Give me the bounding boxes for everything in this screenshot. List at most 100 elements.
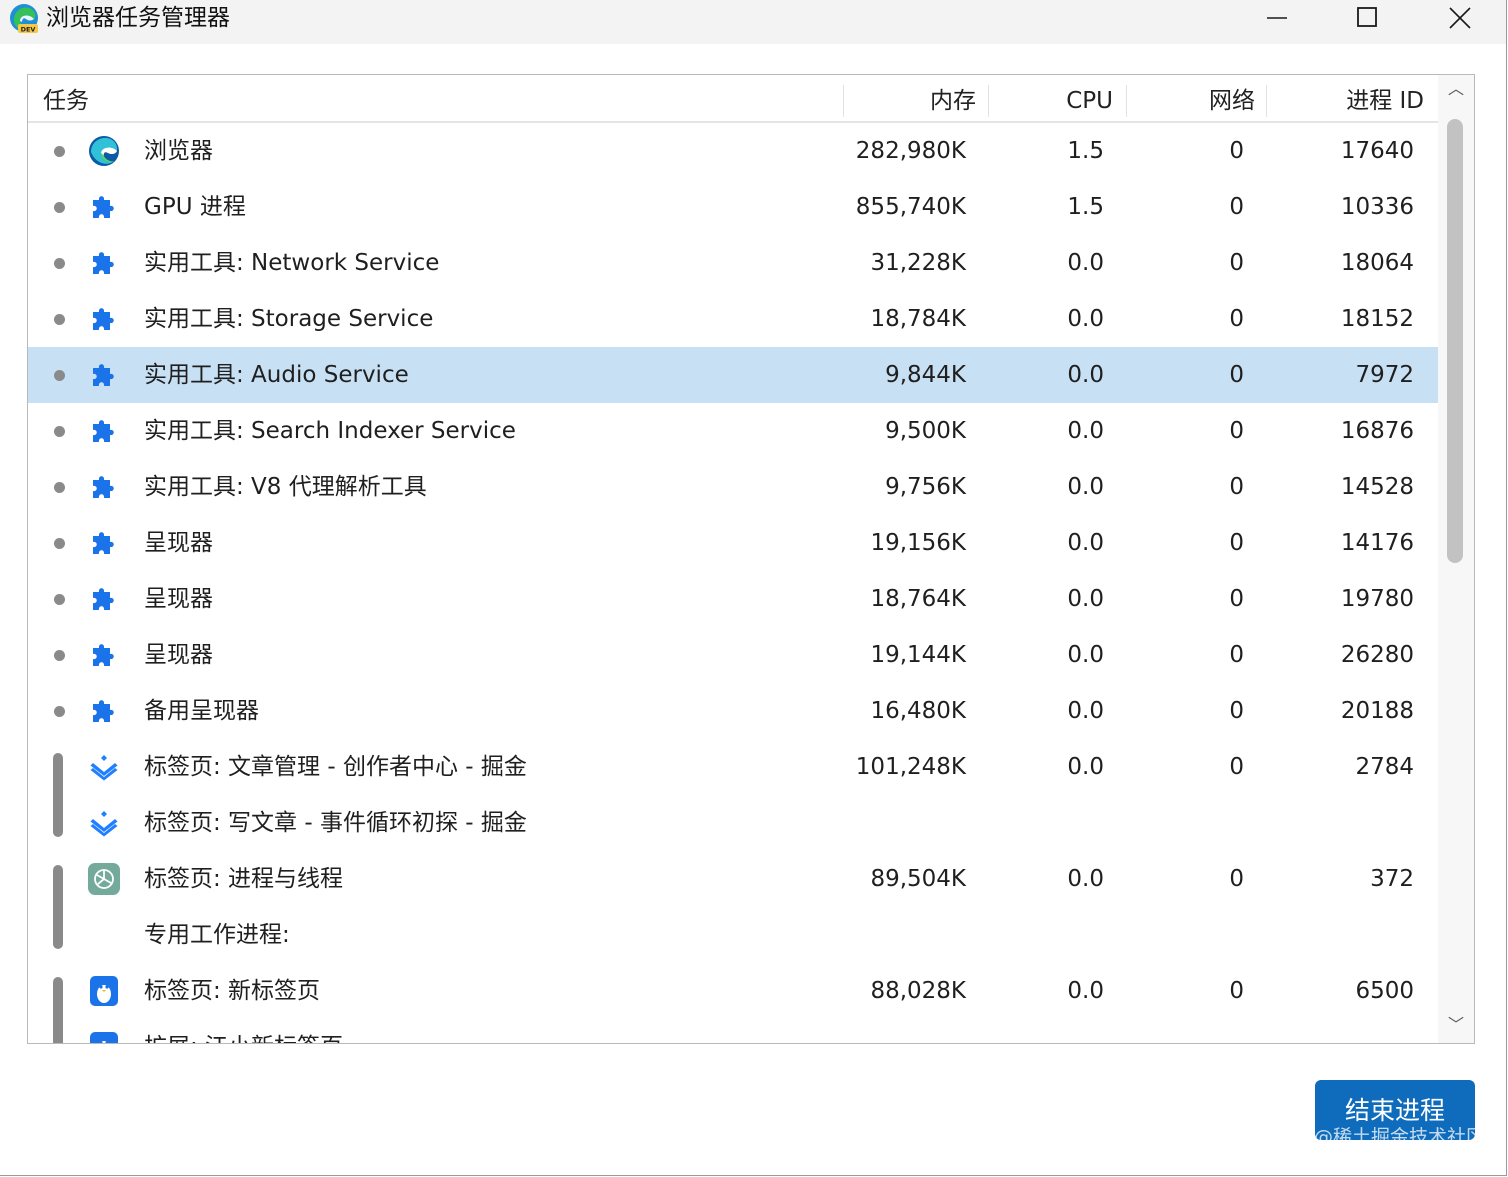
task-name: 实用工具: Network Service [144, 250, 440, 276]
task-name: GPU 进程 [144, 194, 246, 220]
column-header-task[interactable]: 任务 [43, 75, 89, 121]
puzzle-icon [88, 583, 120, 615]
memory-value [808, 795, 966, 851]
memory-value: 282,980K [855, 138, 966, 164]
table-row[interactable]: 呈现器 18,764K 0.0 0 19780 [28, 571, 1438, 627]
process-dot [54, 258, 65, 269]
pid-value: 10336 [1340, 194, 1414, 220]
table-row[interactable]: 专用工作进程: [28, 907, 1438, 963]
pid-value: 20188 [1340, 698, 1414, 724]
close-icon [1449, 7, 1471, 29]
minimize-button[interactable] [1232, 0, 1322, 38]
table-row[interactable]: 浏览器 282,980K 1.5 0 17640 [28, 123, 1438, 179]
table-row[interactable]: 标签页: 写文章 - 事件循环初探 - 掘金 [28, 795, 1438, 851]
memory-value: 19,156K [870, 530, 966, 556]
task-name: 实用工具: Audio Service [144, 362, 409, 388]
vertical-scrollbar[interactable]: ︿ ﹀ [1438, 75, 1474, 1043]
pid-value [1318, 907, 1414, 963]
pid-value: 17640 [1340, 138, 1414, 164]
pid-value: 18064 [1340, 250, 1414, 276]
column-divider[interactable] [1126, 85, 1127, 117]
network-value: 0 [1229, 754, 1244, 780]
process-dot [54, 594, 65, 605]
pid-value: 19780 [1340, 586, 1414, 612]
table-body: 浏览器 282,980K 1.5 0 17640 GPU 进程 855,740K 1.5 0 10… [28, 123, 1438, 1043]
maximize-icon [1357, 7, 1377, 27]
scrollbar-thumb[interactable] [1447, 119, 1463, 563]
table-row[interactable]: 扩展: 江小新标签页 [28, 1019, 1438, 1043]
table-row[interactable]: 备用呈现器 16,480K 0.0 0 20188 [28, 683, 1438, 739]
cpu-value: 0.0 [1067, 418, 1104, 444]
task-manager-window: DEV 浏览器任务管理器 任务 内存 CPU 网络 进程 ID 浏览器 282,… [0, 0, 1507, 1176]
cpu-value: 0.0 [1067, 642, 1104, 668]
network-value: 0 [1229, 362, 1244, 388]
puzzle-icon [88, 471, 120, 503]
table-row[interactable]: 标签页: 新标签页 88,028K 0.0 0 6500 [28, 963, 1438, 1019]
table-row[interactable]: 实用工具: Network Service 31,228K 0.0 0 18064 [28, 235, 1438, 291]
cpu-value: 1.5 [1067, 138, 1104, 164]
task-name: 呈现器 [144, 642, 213, 668]
table-row[interactable]: GPU 进程 855,740K 1.5 0 10336 [28, 179, 1438, 235]
memory-value: 31,228K [870, 250, 966, 276]
close-button[interactable] [1414, 0, 1504, 38]
column-header-pid[interactable]: 进程 ID [1273, 75, 1424, 121]
network-value: 0 [1229, 474, 1244, 500]
table-row[interactable]: 实用工具: Search Indexer Service 9,500K 0.0 0 16… [28, 403, 1438, 459]
table-row[interactable]: 呈现器 19,144K 0.0 0 26280 [28, 627, 1438, 683]
cpu-value [1028, 1019, 1104, 1043]
column-header-memory[interactable]: 内存 [848, 75, 976, 121]
network-value: 0 [1229, 194, 1244, 220]
cpu-value [1028, 795, 1104, 851]
puzzle-icon [88, 639, 120, 671]
column-header-cpu[interactable]: CPU [993, 75, 1113, 121]
task-name: 标签页: 进程与线程 [144, 866, 344, 892]
process-dot [54, 314, 65, 325]
table-row[interactable]: 标签页: 文章管理 - 创作者中心 - 掘金 101,248K 0.0 0 2784 [28, 739, 1438, 795]
svg-text:DEV: DEV [21, 26, 36, 34]
scroll-up-icon[interactable]: ︿ [1448, 81, 1464, 97]
task-name: 实用工具: Storage Service [144, 306, 434, 332]
maximize-button[interactable] [1322, 0, 1412, 38]
pid-value [1318, 795, 1414, 851]
table-row[interactable]: 呈现器 19,156K 0.0 0 14176 [28, 515, 1438, 571]
network-value: 0 [1229, 418, 1244, 444]
pid-value: 16876 [1340, 418, 1414, 444]
cpu-value: 0.0 [1067, 978, 1104, 1004]
table-header: 任务 内存 CPU 网络 进程 ID [28, 75, 1438, 123]
network-value [1178, 907, 1244, 963]
network-value [1178, 1019, 1244, 1043]
edge-icon [88, 135, 120, 167]
cpu-value: 0.0 [1067, 586, 1104, 612]
column-header-network[interactable]: 网络 [1133, 75, 1255, 121]
pid-value [1318, 1019, 1414, 1043]
memory-value: 18,764K [870, 586, 966, 612]
memory-value: 88,028K [870, 978, 966, 1004]
table-row[interactable]: 实用工具: V8 代理解析工具 9,756K 0.0 0 14528 [28, 459, 1438, 515]
cpu-value: 0.0 [1067, 362, 1104, 388]
scroll-down-icon[interactable]: ﹀ [1448, 1017, 1464, 1033]
juejin-icon [88, 807, 120, 839]
memory-value: 18,784K [870, 306, 966, 332]
task-name: 专用工作进程: [144, 922, 290, 948]
pid-value: 7972 [1355, 362, 1414, 388]
column-divider[interactable] [1266, 85, 1267, 117]
table-row[interactable]: 实用工具: Storage Service 18,784K 0.0 0 18152 [28, 291, 1438, 347]
column-divider[interactable] [988, 85, 989, 117]
task-name: 实用工具: Search Indexer Service [144, 418, 516, 444]
cpu-value: 0.0 [1067, 306, 1104, 332]
puzzle-icon [88, 191, 120, 223]
network-value: 0 [1229, 586, 1244, 612]
task-name: 扩展: 江小新标签页 [144, 1019, 343, 1043]
cpu-value: 0.0 [1067, 250, 1104, 276]
table-row[interactable]: 标签页: 进程与线程 89,504K 0.0 0 372 [28, 851, 1438, 907]
process-group-bar [53, 753, 63, 837]
memory-value: 19,144K [870, 642, 966, 668]
penguin-icon [88, 1031, 120, 1043]
task-name: 浏览器 [144, 138, 213, 164]
column-divider[interactable] [843, 85, 844, 117]
network-value: 0 [1229, 698, 1244, 724]
table-row[interactable]: 实用工具: Audio Service 9,844K 0.0 0 7972 [28, 347, 1438, 403]
pid-value: 372 [1370, 866, 1414, 892]
process-group-bar [53, 977, 63, 1043]
pid-value: 2784 [1355, 754, 1414, 780]
